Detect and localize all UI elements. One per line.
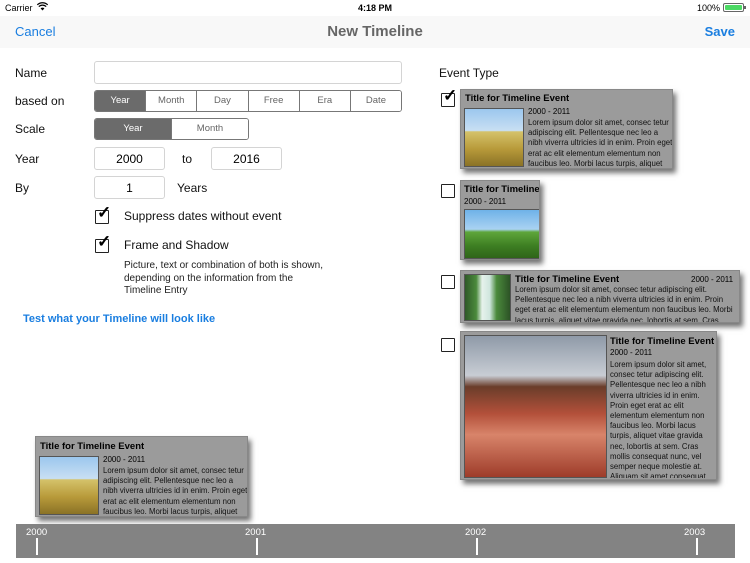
based-on-segmented-control: Year Month Day Free Era Date [94,90,402,112]
year-label: Year [15,152,40,166]
card-title: Title for Timeline Event [515,274,620,285]
frame-shadow-description: Picture, text or combination of both is … [124,260,323,296]
based-on-year-segment[interactable]: Year [95,91,146,111]
card-dates: 2000 - 2011 [610,348,653,357]
navigation-bar: Cancel New Timeline Save [0,16,750,48]
by-unit-label: Years [177,181,208,195]
based-on-day-segment[interactable]: Day [196,91,248,111]
battery-icon [723,3,746,12]
timeline-baseline [16,555,735,558]
card-dates: 2000 - 2011 [691,275,734,284]
based-on-month-segment[interactable]: Month [145,91,197,111]
event-type-card-4[interactable]: Title for Timeline Event 2000 - 2011 Lor… [460,331,717,480]
card-dates: 2000 - 2011 [528,107,571,116]
card-text: Lorem ipsum dolor sit amet, consec tetur… [515,285,733,322]
card-dates: 2000 - 2011 [103,455,146,464]
card-text: Lorem ipsum dolor sit amet, consec tetur… [103,466,248,516]
scale-label: Scale [15,122,46,136]
timeline-tick [476,538,478,555]
status-bar: Carrier 4:18 PM 100% [0,0,750,16]
event-picture [464,108,524,167]
clock: 4:18 PM [357,3,392,13]
frame-shadow-label: Frame and Shadow [124,238,229,252]
based-on-era-segment[interactable]: Era [298,91,350,111]
frame-shadow-checkbox[interactable]: ✓ [95,233,111,253]
event-type-card-1[interactable]: Title for Timeline Event 2000 - 2011 Lor… [460,89,673,169]
page-title: New Timeline [327,23,423,40]
event-type-card-3[interactable]: Title for Timeline Event 2000 - 2011 Lor… [460,270,740,323]
timeline-year-label: 2000 [26,527,48,538]
to-label: to [182,152,193,166]
timeline-preview-card: Title for Timeline Event 2000 - 2011 Lor… [35,436,248,517]
timeline-year-label: 2002 [465,527,487,538]
save-button[interactable]: Save [705,24,735,39]
card-text: Lorem ipsum dolor sit amet, consec tetur… [528,118,673,168]
based-on-date-segment[interactable]: Date [349,91,401,111]
event-type-card-2[interactable]: Title for Timeline Event 2000 - 2011 [460,180,540,260]
checkmark-icon: ✓ [97,203,112,222]
card-text: Lorem ipsum dolor sit amet, consec tetur… [610,360,707,478]
checkmark-icon: ✓ [97,232,112,251]
timeline-tick [256,538,258,555]
timeline-tick [696,538,698,555]
battery-percent: 100% [696,3,720,13]
event-picture [464,335,607,478]
name-field[interactable] [94,61,402,84]
card-title: Title for Timeline Event [465,93,570,104]
scale-segmented-control: Year Month [94,118,249,140]
card-title: Title for Timeline Event [40,441,145,452]
event-type-checkbox-2[interactable]: ✓ [441,184,455,198]
by-label: By [15,181,30,195]
by-step-field[interactable]: 1 [94,176,165,199]
suppress-dates-checkbox[interactable]: ✓ [95,204,111,224]
based-on-label: based on [15,94,65,108]
battery-fill [725,5,742,10]
timeline-year-label: 2001 [245,527,267,538]
event-type-label: Event Type [439,66,499,80]
event-type-checkbox-1[interactable]: ✓ [441,87,457,107]
name-label: Name [15,66,48,80]
card-dates: 2000 - 2011 [464,197,507,206]
test-timeline-link[interactable]: Test what your Timeline will look like [23,313,215,325]
timeline-year-label: 2003 [684,527,706,538]
timeline-bar[interactable]: 2000 2001 2002 2003 [16,524,735,558]
card-title: Title for Timeline Event [610,336,715,347]
checkmark-icon: ✓ [443,86,458,105]
based-on-free-segment[interactable]: Free [247,91,299,111]
scale-month-segment[interactable]: Month [171,119,248,139]
timeline-tick [36,538,38,555]
event-type-checkbox-3[interactable]: ✓ [441,275,455,289]
event-picture [464,274,511,321]
event-picture [39,456,99,515]
card-title: Title for Timeline Event [464,184,540,195]
year-from-field[interactable]: 2000 [94,147,165,170]
event-type-checkbox-4[interactable]: ✓ [441,338,455,352]
scale-year-segment[interactable]: Year [95,119,171,139]
year-to-field[interactable]: 2016 [211,147,282,170]
event-picture [464,209,539,259]
suppress-dates-label: Suppress dates without event [124,209,282,223]
